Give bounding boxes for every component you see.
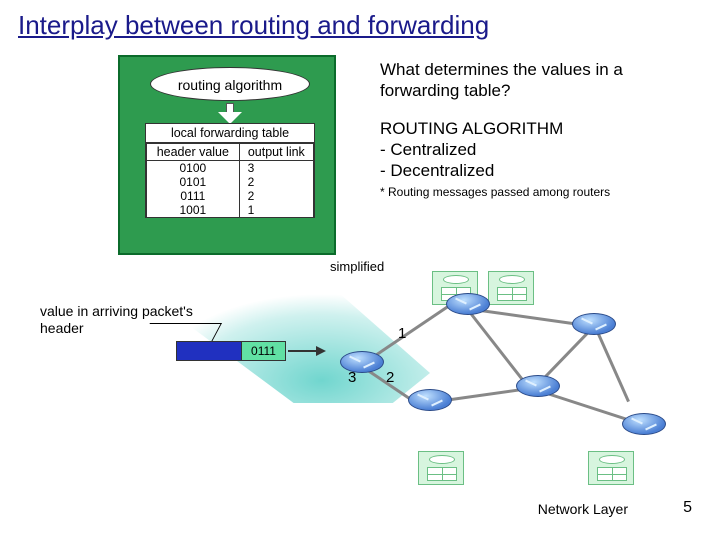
right-explainer: What determines the values in a forwardi… [380,59,700,200]
question-text: What determines the values in a forwardi… [380,59,700,102]
router-icon [340,351,384,373]
bullet-decentralized: - Decentralized [380,160,700,181]
port-label-1: 1 [398,325,406,342]
routing-note: * Routing messages passed among routers [380,185,700,200]
table-row: 01012 [147,175,314,189]
table-row: 10011 [147,203,314,217]
down-arrow-icon [218,103,242,123]
table-row: 01112 [147,189,314,203]
port-label-2: 2 [386,369,394,386]
col-header-value: header value [147,144,240,161]
network-graph: 1 2 3 [320,265,700,505]
algo-heading: ROUTING ALGORITHM [380,118,700,139]
footer-section-label: Network Layer [538,501,628,517]
table-caption: local forwarding table [146,124,314,143]
router-icon [516,375,560,397]
graph-link [595,328,630,402]
col-output-link: output link [239,144,313,161]
table-row: 01003 [147,161,314,176]
router-icon [622,413,666,435]
router-icon [572,313,616,335]
footer-page-number: 5 [683,499,692,517]
bullet-centralized: - Centralized [380,139,700,160]
router-icon [408,389,452,411]
arriving-packet: 0111 [176,341,286,361]
packet-payload [177,342,241,360]
routing-algorithm-oval: routing algorithm [150,67,310,101]
forwarding-table: local forwarding table header value outp… [145,123,315,218]
router-mini-icon [488,271,534,305]
slide-title: Interplay between routing and forwarding [0,0,720,45]
packet-header-field: 0111 [241,342,285,360]
router-icon [446,293,490,315]
slide-body: routing algorithm local forwarding table… [0,45,720,525]
router-mini-icon [418,451,464,485]
router-detail-box: routing algorithm local forwarding table… [118,55,336,255]
router-mini-icon [588,451,634,485]
